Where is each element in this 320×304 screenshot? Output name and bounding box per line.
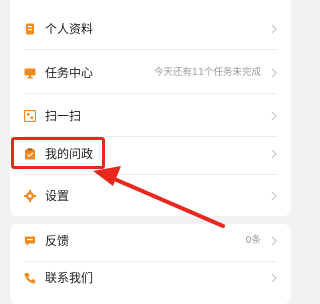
divider [24,174,277,175]
menu-item-settings[interactable]: 设置 [10,176,291,216]
menu-item-profile[interactable]: 个人资料 [10,9,291,49]
menu-card-support: 反馈 0条 联系我们 [10,224,291,304]
clipboard-icon [25,148,35,160]
chevron-right-icon [271,68,277,78]
menu-item-label: 任务中心 [45,66,94,80]
divider [24,93,277,94]
menu-card-main: 个人资料 任务中心 今天还有11个任务未完成 扫一扫 我的问政 设置 [10,0,291,216]
divider [24,49,277,50]
menu-item-task-center[interactable]: 任务中心 今天还有11个任务未完成 [10,53,291,93]
task-remaining-text: 今天还有11个任务未完成 [153,67,261,78]
menu-item-contact-us[interactable]: 联系我们 [10,258,291,298]
chevron-right-icon [271,273,277,283]
chevron-right-icon [271,191,277,201]
menu-item-my-inquiry[interactable]: 我的问政 [10,134,291,174]
chevron-right-icon [271,24,277,34]
gear-icon [24,190,36,202]
chevron-right-icon [271,236,277,246]
menu-item-label: 扫一扫 [45,109,82,123]
menu-item-label: 个人资料 [45,22,94,36]
profile-icon [26,23,34,35]
menu-item-label: 联系我们 [45,271,94,285]
phone-icon [24,273,35,284]
menu-item-label: 反馈 [45,234,70,248]
feedback-icon [25,236,35,246]
chevron-right-icon [271,111,277,121]
task-icon [24,68,36,79]
scan-icon [24,110,36,122]
menu-item-label: 我的问政 [45,147,94,161]
feedback-count: 0条 [245,235,261,246]
menu-item-scan[interactable]: 扫一扫 [10,96,291,136]
chevron-right-icon [271,149,277,159]
menu-item-label: 设置 [45,189,70,203]
menu-item-feedback[interactable]: 反馈 0条 [10,224,291,261]
